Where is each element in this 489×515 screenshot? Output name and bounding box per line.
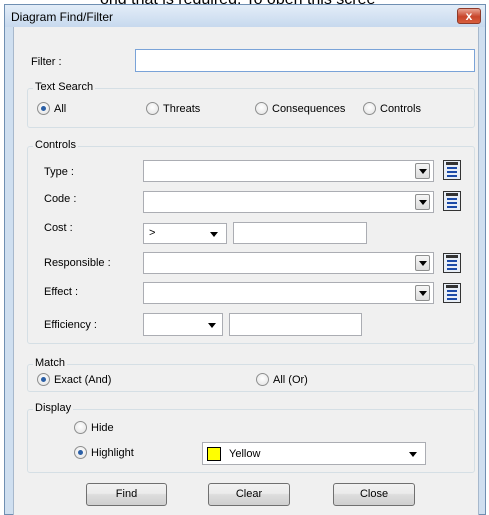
highlight-color-select[interactable]: Yellow bbox=[202, 442, 426, 465]
window-close-button[interactable]: x bbox=[457, 8, 481, 24]
cost-operator-value: > bbox=[149, 227, 156, 239]
responsible-select[interactable] bbox=[143, 252, 434, 274]
text-search-label: Text Search bbox=[33, 81, 96, 93]
display-label: Display bbox=[33, 402, 74, 414]
text-search-consequences-radio[interactable] bbox=[255, 102, 268, 115]
effect-dropdown-arrow[interactable] bbox=[415, 285, 430, 301]
match-all-label[interactable]: All (Or) bbox=[273, 374, 308, 386]
match-exact-label[interactable]: Exact (And) bbox=[54, 374, 111, 386]
code-label: Code : bbox=[44, 193, 77, 205]
code-dropdown-arrow[interactable] bbox=[415, 194, 430, 210]
code-select[interactable] bbox=[143, 191, 434, 213]
responsible-label: Responsible : bbox=[44, 257, 111, 269]
yellow-swatch-icon bbox=[207, 447, 221, 461]
text-search-consequences-label[interactable]: Consequences bbox=[272, 103, 345, 115]
controls-label: Controls bbox=[33, 139, 78, 151]
code-list-icon[interactable] bbox=[443, 191, 461, 211]
text-search-controls-radio[interactable] bbox=[363, 102, 376, 115]
display-highlight-radio[interactable] bbox=[74, 446, 87, 459]
highlight-color-value: Yellow bbox=[229, 448, 261, 460]
find-button[interactable]: Find bbox=[86, 483, 167, 506]
effect-label: Effect : bbox=[44, 286, 79, 298]
effect-select[interactable] bbox=[143, 282, 434, 304]
text-search-threats-radio[interactable] bbox=[146, 102, 159, 115]
efficiency-select[interactable] bbox=[143, 313, 223, 336]
filter-input[interactable] bbox=[135, 49, 475, 72]
text-search-all-label[interactable]: All bbox=[54, 103, 66, 115]
type-list-icon[interactable] bbox=[443, 160, 461, 180]
cost-label: Cost : bbox=[44, 222, 73, 234]
window-title: Diagram Find/Filter bbox=[11, 10, 114, 24]
cost-operator-arrow-icon bbox=[210, 232, 218, 237]
responsible-dropdown-arrow[interactable] bbox=[415, 255, 430, 271]
cost-operator-select[interactable]: > bbox=[143, 223, 227, 244]
text-search-all-radio[interactable] bbox=[37, 102, 50, 115]
display-highlight-label[interactable]: Highlight bbox=[91, 447, 134, 459]
display-hide-label[interactable]: Hide bbox=[91, 422, 114, 434]
match-label: Match bbox=[33, 357, 67, 369]
type-dropdown-arrow[interactable] bbox=[415, 163, 430, 179]
match-exact-radio[interactable] bbox=[37, 373, 50, 386]
efficiency-arrow-icon bbox=[208, 323, 216, 328]
cost-value-input[interactable] bbox=[233, 222, 367, 244]
display-hide-radio[interactable] bbox=[74, 421, 87, 434]
type-select[interactable] bbox=[143, 160, 434, 182]
responsible-list-icon[interactable] bbox=[443, 253, 461, 273]
highlight-color-arrow-icon bbox=[409, 452, 417, 457]
filter-label: Filter : bbox=[31, 56, 62, 68]
efficiency-label: Efficiency : bbox=[44, 319, 97, 331]
effect-list-icon[interactable] bbox=[443, 283, 461, 303]
efficiency-value-input[interactable] bbox=[229, 313, 362, 336]
match-all-radio[interactable] bbox=[256, 373, 269, 386]
close-button[interactable]: Close bbox=[333, 483, 415, 506]
type-label: Type : bbox=[44, 166, 74, 178]
clear-button[interactable]: Clear bbox=[208, 483, 290, 506]
text-search-threats-label[interactable]: Threats bbox=[163, 103, 200, 115]
text-search-controls-label[interactable]: Controls bbox=[380, 103, 421, 115]
